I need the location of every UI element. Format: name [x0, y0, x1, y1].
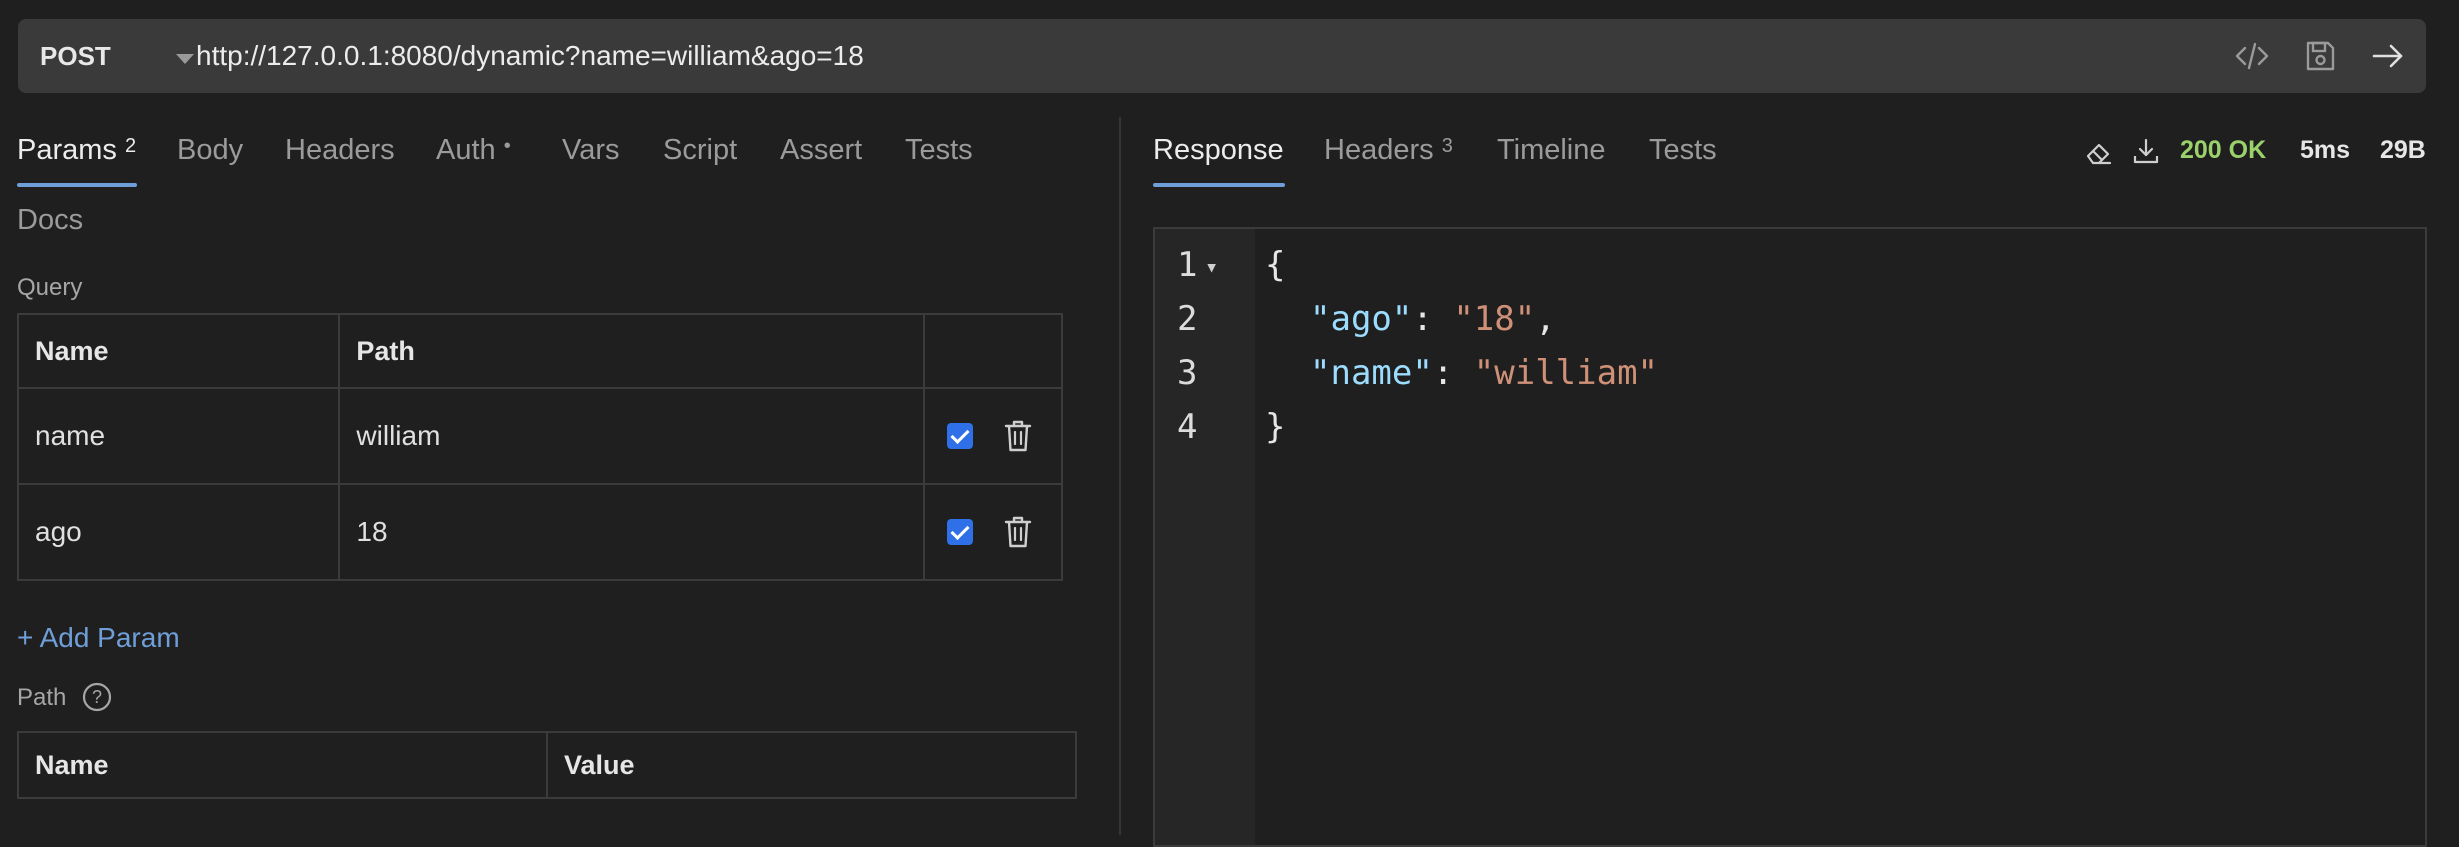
- line-number: 4: [1177, 407, 1198, 447]
- url-bar: POST http://127.0.0.1:8080/dynamic?name=…: [18, 19, 2426, 93]
- active-tab-indicator: [17, 183, 137, 187]
- response-status: 200 OK: [2180, 136, 2267, 164]
- trash-icon[interactable]: [1003, 515, 1033, 549]
- tab-response[interactable]: Response: [1153, 130, 1284, 170]
- query-params-table: Name Path name william ago 18: [16, 313, 1063, 581]
- column-header-path: Path: [338, 313, 926, 389]
- help-icon[interactable]: ?: [82, 682, 112, 712]
- download-icon[interactable]: [2131, 136, 2161, 166]
- tab-script[interactable]: Script: [663, 130, 737, 170]
- json-open-brace: {: [1265, 245, 1286, 285]
- param-name-cell[interactable]: ago: [16, 483, 341, 581]
- help-icon-glyph: ?: [92, 687, 102, 707]
- tab-params-label: Params: [17, 134, 117, 166]
- json-comma: ,: [1535, 299, 1556, 339]
- url-input[interactable]: http://127.0.0.1:8080/dynamic?name=willi…: [196, 19, 864, 93]
- table-header-row: Name Path: [16, 313, 1063, 389]
- param-enabled-checkbox[interactable]: [947, 423, 974, 450]
- tab-assert[interactable]: Assert: [780, 130, 862, 170]
- table-row: ago 18: [16, 483, 1063, 581]
- trash-icon[interactable]: [1003, 419, 1033, 453]
- json-key: "ago": [1310, 299, 1413, 339]
- params-count-badge: 2: [124, 135, 137, 157]
- tab-auth[interactable]: Auth •: [436, 130, 511, 170]
- line-number: 2: [1177, 299, 1198, 339]
- response-time: 5ms: [2300, 136, 2351, 164]
- active-tab-indicator: [1153, 183, 1285, 187]
- param-value-cell[interactable]: william: [338, 387, 926, 485]
- param-value-cell[interactable]: 18: [338, 483, 926, 581]
- json-separator: :: [1432, 353, 1474, 393]
- path-section-label: Path: [17, 684, 67, 711]
- eraser-icon[interactable]: [2084, 137, 2114, 167]
- add-param-button[interactable]: + Add Param: [17, 622, 180, 654]
- tab-timeline[interactable]: Timeline: [1497, 130, 1606, 170]
- json-key: "name": [1310, 353, 1433, 393]
- param-actions-cell: [923, 387, 1063, 485]
- table-row: name william: [16, 387, 1063, 485]
- json-separator: :: [1412, 299, 1454, 339]
- fold-toggle-icon[interactable]: ▾: [1205, 243, 1218, 293]
- tab-headers[interactable]: Headers: [285, 130, 395, 170]
- pane-divider[interactable]: [1119, 117, 1121, 835]
- tab-response-headers-label: Headers: [1324, 134, 1434, 166]
- line-number: 3: [1177, 353, 1198, 393]
- column-header-value: Value: [546, 731, 1077, 799]
- tab-docs[interactable]: Docs: [17, 200, 83, 240]
- json-value: "18": [1453, 299, 1536, 339]
- send-arrow-icon[interactable]: [2370, 38, 2406, 74]
- tab-params[interactable]: Params 2: [17, 130, 136, 170]
- json-line: "name": "william": [1310, 353, 1658, 393]
- table-header-row: Name Value: [17, 731, 1077, 799]
- method-selector[interactable]: POST: [40, 19, 111, 93]
- tab-auth-label: Auth: [436, 134, 496, 166]
- tab-response-tests[interactable]: Tests: [1649, 130, 1717, 170]
- param-enabled-checkbox[interactable]: [947, 519, 974, 546]
- column-header-name: Name: [17, 731, 548, 799]
- tab-response-headers[interactable]: Headers 3: [1324, 130, 1453, 170]
- line-number: 1: [1177, 245, 1198, 285]
- line-number-gutter: [1155, 229, 1255, 845]
- response-size: 29B: [2380, 136, 2426, 164]
- query-section-label: Query: [17, 274, 83, 301]
- tab-vars[interactable]: Vars: [562, 130, 619, 170]
- column-header-actions: [923, 313, 1063, 389]
- response-body-viewer[interactable]: 1 ▾ { 2 "ago": "18", 3 "name": "william"…: [1153, 227, 2427, 847]
- param-name-cell[interactable]: name: [16, 387, 341, 485]
- column-header-name: Name: [16, 313, 341, 389]
- path-params-table: Name Value: [17, 731, 1077, 799]
- response-headers-count-badge: 3: [1441, 135, 1453, 157]
- auth-indicator-dot: •: [503, 135, 511, 157]
- tab-body[interactable]: Body: [177, 130, 243, 170]
- param-actions-cell: [923, 483, 1063, 581]
- json-line: "ago": "18",: [1310, 299, 1556, 339]
- code-icon[interactable]: [2234, 38, 2270, 74]
- chevron-down-icon[interactable]: [176, 54, 194, 64]
- save-icon[interactable]: [2302, 38, 2338, 74]
- json-close-brace: }: [1265, 407, 1286, 447]
- tab-tests[interactable]: Tests: [905, 130, 973, 170]
- json-value: "william": [1473, 353, 1659, 393]
